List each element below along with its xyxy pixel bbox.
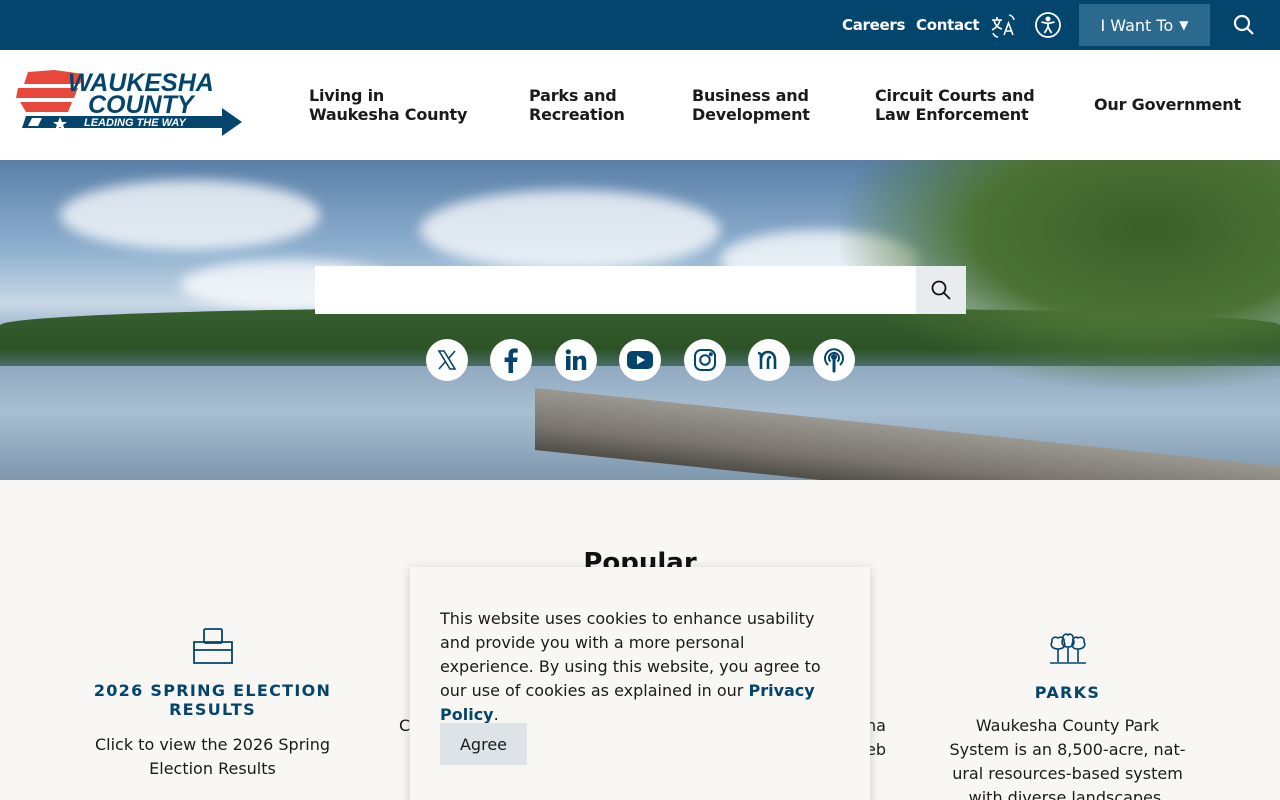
nav-parks[interactable]: Parks and Recreation (529, 86, 625, 124)
trees-icon (1049, 633, 1086, 664)
youtube-icon[interactable] (619, 339, 661, 381)
search-icon (931, 280, 951, 300)
nav-business[interactable]: Business and Development (692, 86, 810, 124)
hero-cloud (420, 190, 720, 270)
site-search-button[interactable] (916, 266, 966, 314)
card-desc-line2: Election Results (149, 759, 276, 778)
nav-business-line2: Development (692, 105, 810, 124)
logo-tagline: LEADING THE WAY (84, 117, 188, 129)
county-logo[interactable]: WAUKESHA COUNTY LEADING THE WAY (14, 68, 244, 140)
nextdoor-icon[interactable] (748, 339, 790, 381)
hero-cloud (60, 180, 320, 250)
linkedin-icon[interactable] (555, 339, 597, 381)
nav-living[interactable]: Living in Waukesha County (309, 86, 467, 124)
contact-link[interactable]: Contact (916, 16, 980, 34)
podcast-icon[interactable] (813, 339, 855, 381)
nav-courts[interactable]: Circuit Courts and Law Enforcement (875, 86, 1035, 124)
instagram-icon[interactable] (684, 339, 726, 381)
card-desc-line1: Waukesha County Park (975, 716, 1160, 735)
card-desc-line2: System is an 8,500-acre, nat- (949, 740, 1186, 759)
card-desc-line1: Click to view the 2026 Spring (94, 735, 331, 754)
card-description: Click to view the 2026 Spring Election R… (90, 733, 335, 781)
nav-parks-line1: Parks and (529, 86, 617, 105)
nav-parks-line2: Recreation (529, 105, 625, 124)
popular-card-parks[interactable]: PARKS Waukesha County Park System is an … (945, 632, 1190, 800)
translate-icon[interactable] (989, 11, 1017, 39)
agree-button[interactable]: Agree (440, 723, 527, 765)
main-header: WAUKESHA COUNTY LEADING THE WAY Living i… (0, 50, 1280, 160)
card-desc-line3: ural resources-based system (952, 764, 1183, 783)
facebook-icon[interactable] (490, 339, 532, 381)
careers-link[interactable]: Careers (842, 16, 905, 34)
card-title-line2: RESULTS (169, 700, 256, 719)
cookie-message-end: . (493, 705, 499, 724)
card-desc-line4: with diverse landscapes, (968, 788, 1167, 800)
nav-courts-line1: Circuit Courts and (875, 86, 1035, 105)
hero-banner (0, 160, 1280, 480)
card-title: PARKS (1034, 683, 1101, 702)
card-description: Waukesha County Park System is an 8,500-… (945, 714, 1190, 800)
nav-business-line1: Business and (692, 86, 809, 105)
nav-courts-line2: Law Enforcement (875, 105, 1029, 124)
caret-down-icon: ▼ (1179, 18, 1189, 32)
card-desc-partial: C (399, 716, 411, 735)
nav-living-line2: Waukesha County (309, 105, 468, 124)
search-icon[interactable] (1232, 13, 1256, 37)
x-icon[interactable] (426, 339, 468, 381)
ballot-box-icon (192, 628, 233, 664)
utility-bar: Careers Contact I Want To ▼ (0, 0, 1280, 50)
accessibility-icon[interactable] (1034, 11, 1062, 39)
nav-government-label: Our Government (1094, 95, 1241, 114)
site-search-input[interactable] (315, 266, 916, 314)
logo-line2: COUNTY (88, 91, 196, 119)
card-title: 2026 SPRING ELECTION RESULTS (90, 681, 335, 719)
nav-living-line1: Living in (309, 86, 385, 105)
i-want-to-button[interactable]: I Want To ▼ (1079, 4, 1210, 46)
card-title-line1: 2026 SPRING ELECTION (93, 681, 332, 700)
cookie-banner: This website uses cookies to enhance usa… (410, 567, 870, 800)
nav-government[interactable]: Our Government (1094, 95, 1241, 114)
popular-card-election[interactable]: 2026 SPRING ELECTION RESULTS Click to vi… (90, 628, 335, 781)
cookie-message: This website uses cookies to enhance usa… (440, 607, 840, 727)
i-want-to-label: I Want To (1100, 15, 1174, 35)
